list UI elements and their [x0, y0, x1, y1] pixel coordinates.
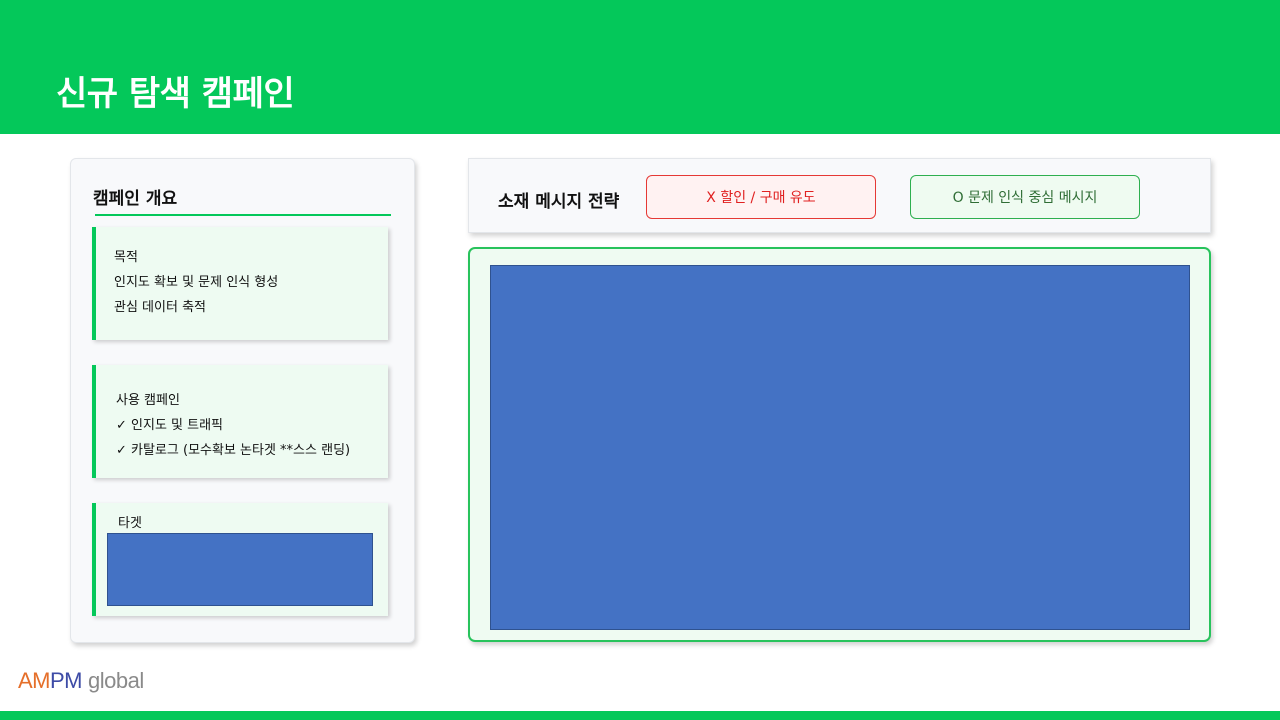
campaign-item: ✓ 인지도 및 트래픽: [116, 418, 224, 433]
recommended-message-badge: O 문제 인식 중심 메시지: [910, 175, 1140, 219]
creative-panel: [468, 247, 1211, 642]
target-card: 타겟: [92, 503, 388, 616]
header-bar: 신규 탐색 캠페인: [0, 0, 1280, 134]
target-heading: 타겟: [118, 516, 142, 531]
page-title: 신규 탐색 캠페인: [56, 74, 295, 114]
logo-global: global: [88, 668, 144, 693]
logo-am: AM: [18, 668, 51, 693]
campaign-types-card: 사용 캠페인 ✓ 인지도 및 트래픽 ✓ 카탈로그 (모수확보 논타겟 **스스…: [92, 365, 388, 478]
purpose-card: 목적 인지도 확보 및 문제 인식 형성 관심 데이터 축적: [92, 227, 388, 340]
purpose-line: 관심 데이터 축적: [114, 300, 206, 315]
footer-bar: [0, 711, 1280, 720]
strategy-label: 소재 메시지 전략: [498, 192, 620, 212]
creative-image-placeholder: [490, 265, 1190, 630]
campaign-types-heading: 사용 캠페인: [116, 393, 180, 408]
company-logo: AMPM global: [18, 668, 144, 694]
campaign-item: ✓ 카탈로그 (모수확보 논타겟 **스스 랜딩): [116, 443, 351, 458]
overview-title: 캠페인 개요: [93, 189, 178, 209]
purpose-line: 인지도 확보 및 문제 인식 형성: [114, 275, 279, 290]
logo-pm: PM: [50, 668, 83, 693]
avoid-message-badge: X 할인 / 구매 유도: [646, 175, 876, 219]
title-underline: [95, 214, 391, 216]
purpose-heading: 목적: [114, 250, 138, 265]
message-strategy-bar: 소재 메시지 전략 X 할인 / 구매 유도 O 문제 인식 중심 메시지: [468, 158, 1211, 233]
target-image-placeholder: [107, 533, 373, 606]
campaign-overview-panel: 캠페인 개요 목적 인지도 확보 및 문제 인식 형성 관심 데이터 축적 사용…: [70, 158, 415, 643]
